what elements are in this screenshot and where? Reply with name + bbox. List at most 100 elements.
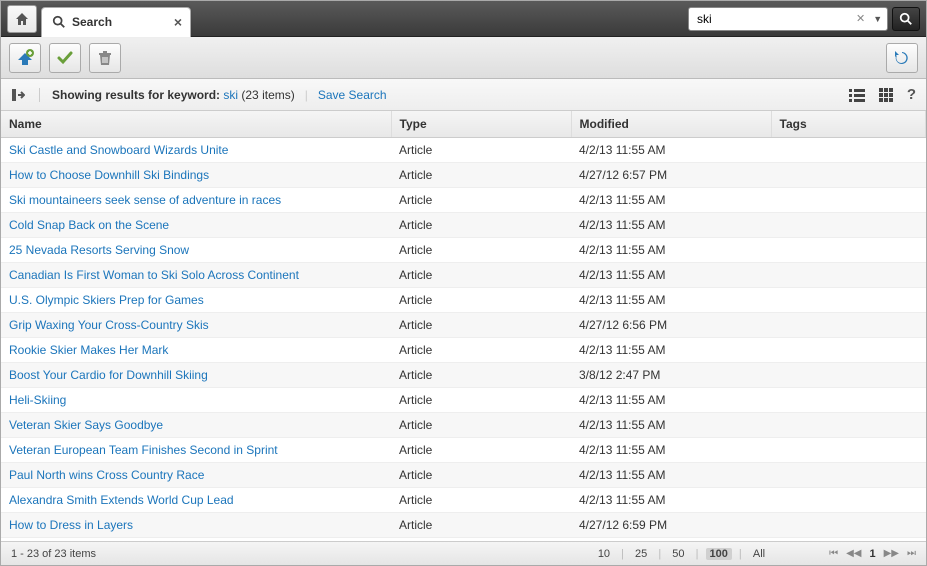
table-row[interactable]: Ski Castle and Snowboard Wizards Unite Ar… xyxy=(1,138,926,163)
cell-type: Article xyxy=(391,438,571,463)
page-size-option[interactable]: 50 xyxy=(668,548,688,560)
cell-type: Article xyxy=(391,313,571,338)
item-link[interactable]: Alexandra Smith Extends World Cup Lead xyxy=(9,493,234,507)
cell-type: Article xyxy=(391,263,571,288)
item-link[interactable]: Ski Castle and Snowboard Wizards Unite xyxy=(9,143,228,157)
cell-modified: 4/27/12 6:56 PM xyxy=(571,313,771,338)
table-row[interactable]: Heli-SkiingArticle4/2/13 11:55 AM xyxy=(1,388,926,413)
table-row[interactable]: Grip Waxing Your Cross-Country Skis Artic… xyxy=(1,313,926,338)
table-row[interactable]: 25 Nevada Resorts Serving SnowArticle4/2… xyxy=(1,238,926,263)
search-submit-button[interactable] xyxy=(892,7,920,31)
item-link[interactable]: Grip Waxing Your Cross-Country Skis xyxy=(9,318,209,332)
cell-type: Article xyxy=(391,488,571,513)
cell-tags xyxy=(771,513,926,538)
col-header-type[interactable]: Type xyxy=(391,111,571,138)
divider: | xyxy=(305,88,308,102)
cell-modified: 4/2/13 11:55 AM xyxy=(571,463,771,488)
save-search-link[interactable]: Save Search xyxy=(318,88,387,102)
pager: ⏮ ◀◀ 1 ▶▶ ⏭ xyxy=(829,548,916,560)
item-link[interactable]: 25 Nevada Resorts Serving Snow xyxy=(9,243,189,257)
refresh-icon xyxy=(893,49,911,67)
cell-modified: 4/27/12 6:57 PM xyxy=(571,163,771,188)
add-button[interactable] xyxy=(9,43,41,73)
search-dropdown-icon[interactable]: ▼ xyxy=(869,14,886,24)
cell-tags xyxy=(771,363,926,388)
page-size-option[interactable]: 100 xyxy=(706,548,732,560)
magnifier-icon xyxy=(899,12,913,26)
toolbar xyxy=(1,37,926,79)
item-link[interactable]: Veteran Skier Says Goodbye xyxy=(9,418,163,432)
cell-tags xyxy=(771,238,926,263)
clear-search-icon[interactable]: ✕ xyxy=(852,12,869,25)
item-link[interactable]: Heli-Skiing xyxy=(9,393,66,407)
table-row[interactable]: Ski mountaineers seek sense of adventure… xyxy=(1,188,926,213)
tab-search[interactable]: Search × xyxy=(41,7,191,37)
cell-tags xyxy=(771,413,926,438)
item-link[interactable]: Cold Snap Back on the Scene xyxy=(9,218,169,232)
table-row[interactable]: Boost Your Cardio for Downhill SkiingArt… xyxy=(1,363,926,388)
item-link[interactable]: Ski mountaineers seek sense of adventure… xyxy=(9,193,281,207)
page-size-option[interactable]: 25 xyxy=(631,548,651,560)
table-row[interactable]: Paul North wins Cross Country Race Articl… xyxy=(1,463,926,488)
first-page-button[interactable]: ⏮ xyxy=(829,548,838,559)
col-header-tags[interactable]: Tags xyxy=(771,111,926,138)
table-row[interactable]: Canadian Is First Woman to Ski Solo Acro… xyxy=(1,263,926,288)
table-row[interactable]: U.S. Olympic Skiers Prep for GamesArticl… xyxy=(1,288,926,313)
page-size-option[interactable]: All xyxy=(749,548,769,560)
table-row[interactable]: Cold Snap Back on the SceneArticle4/2/13… xyxy=(1,213,926,238)
cell-modified: 4/27/12 6:59 PM xyxy=(571,513,771,538)
item-link[interactable]: Veteran European Team Finishes Second in… xyxy=(9,443,278,457)
table-row[interactable]: Rookie Skier Makes Her MarkArticle4/2/13… xyxy=(1,338,926,363)
close-icon[interactable]: × xyxy=(174,15,182,29)
home-button[interactable] xyxy=(7,5,37,33)
info-bar: Showing results for keyword: ski (23 ite… xyxy=(1,79,926,111)
search-box: ✕ ▼ xyxy=(688,7,888,31)
page-size-selector: 10 | 25 | 50 | 100 | All xyxy=(594,548,769,560)
search-input[interactable] xyxy=(697,9,852,29)
item-link[interactable]: Rookie Skier Makes Her Mark xyxy=(9,343,168,357)
table-row[interactable]: Veteran European Team Finishes Second in… xyxy=(1,438,926,463)
cell-tags xyxy=(771,188,926,213)
item-link[interactable]: Boost Your Cardio for Downhill Skiing xyxy=(9,368,208,382)
item-range: 1 - 23 of 23 items xyxy=(11,548,96,560)
cell-modified: 4/2/13 11:55 AM xyxy=(571,188,771,213)
cell-type: Article xyxy=(391,238,571,263)
cell-modified: 4/2/13 11:55 AM xyxy=(571,413,771,438)
list-view-icon[interactable] xyxy=(849,88,865,102)
item-link[interactable]: U.S. Olympic Skiers Prep for Games xyxy=(9,293,204,307)
table-row[interactable]: How to Dress in LayersArticle4/27/12 6:5… xyxy=(1,513,926,538)
table-row[interactable]: Alexandra Smith Extends World Cup Lead Ar… xyxy=(1,488,926,513)
view-controls: ? xyxy=(849,86,916,103)
cell-type: Article xyxy=(391,213,571,238)
refresh-button[interactable] xyxy=(886,43,918,73)
next-page-button[interactable]: ▶▶ xyxy=(884,548,899,559)
last-page-button[interactable]: ⏭ xyxy=(907,548,916,559)
col-header-name[interactable]: Name xyxy=(1,111,391,138)
col-header-modified[interactable]: Modified xyxy=(571,111,771,138)
item-link[interactable]: How to Dress in Layers xyxy=(9,518,133,532)
cell-type: Article xyxy=(391,388,571,413)
export-icon[interactable] xyxy=(11,88,40,102)
page-size-option[interactable]: 10 xyxy=(594,548,614,560)
delete-button[interactable] xyxy=(89,43,121,73)
item-link[interactable]: Canadian Is First Woman to Ski Solo Acro… xyxy=(9,268,299,282)
prev-page-button[interactable]: ◀◀ xyxy=(846,548,861,559)
item-link[interactable]: Paul North wins Cross Country Race xyxy=(9,468,204,482)
cell-tags xyxy=(771,438,926,463)
cell-type: Article xyxy=(391,463,571,488)
help-icon[interactable]: ? xyxy=(907,86,916,103)
table-row[interactable]: How to Choose Downhill Ski BindingsArtic… xyxy=(1,163,926,188)
approve-button[interactable] xyxy=(49,43,81,73)
home-icon xyxy=(14,11,30,27)
results-table: Name Type Modified Tags Ski Castle and S… xyxy=(1,111,926,541)
cell-modified: 4/2/13 11:55 AM xyxy=(571,138,771,163)
results-summary: Showing results for keyword: ski (23 ite… xyxy=(52,88,295,102)
item-link[interactable]: How to Choose Downhill Ski Bindings xyxy=(9,168,209,182)
cell-modified: 4/2/13 11:55 AM xyxy=(571,263,771,288)
cell-type: Article xyxy=(391,338,571,363)
cell-type: Article xyxy=(391,138,571,163)
cell-tags xyxy=(771,463,926,488)
table-row[interactable]: Veteran Skier Says GoodbyeArticle4/2/13 … xyxy=(1,413,926,438)
grid-view-icon[interactable] xyxy=(879,88,893,102)
cell-modified: 4/2/13 11:55 AM xyxy=(571,488,771,513)
